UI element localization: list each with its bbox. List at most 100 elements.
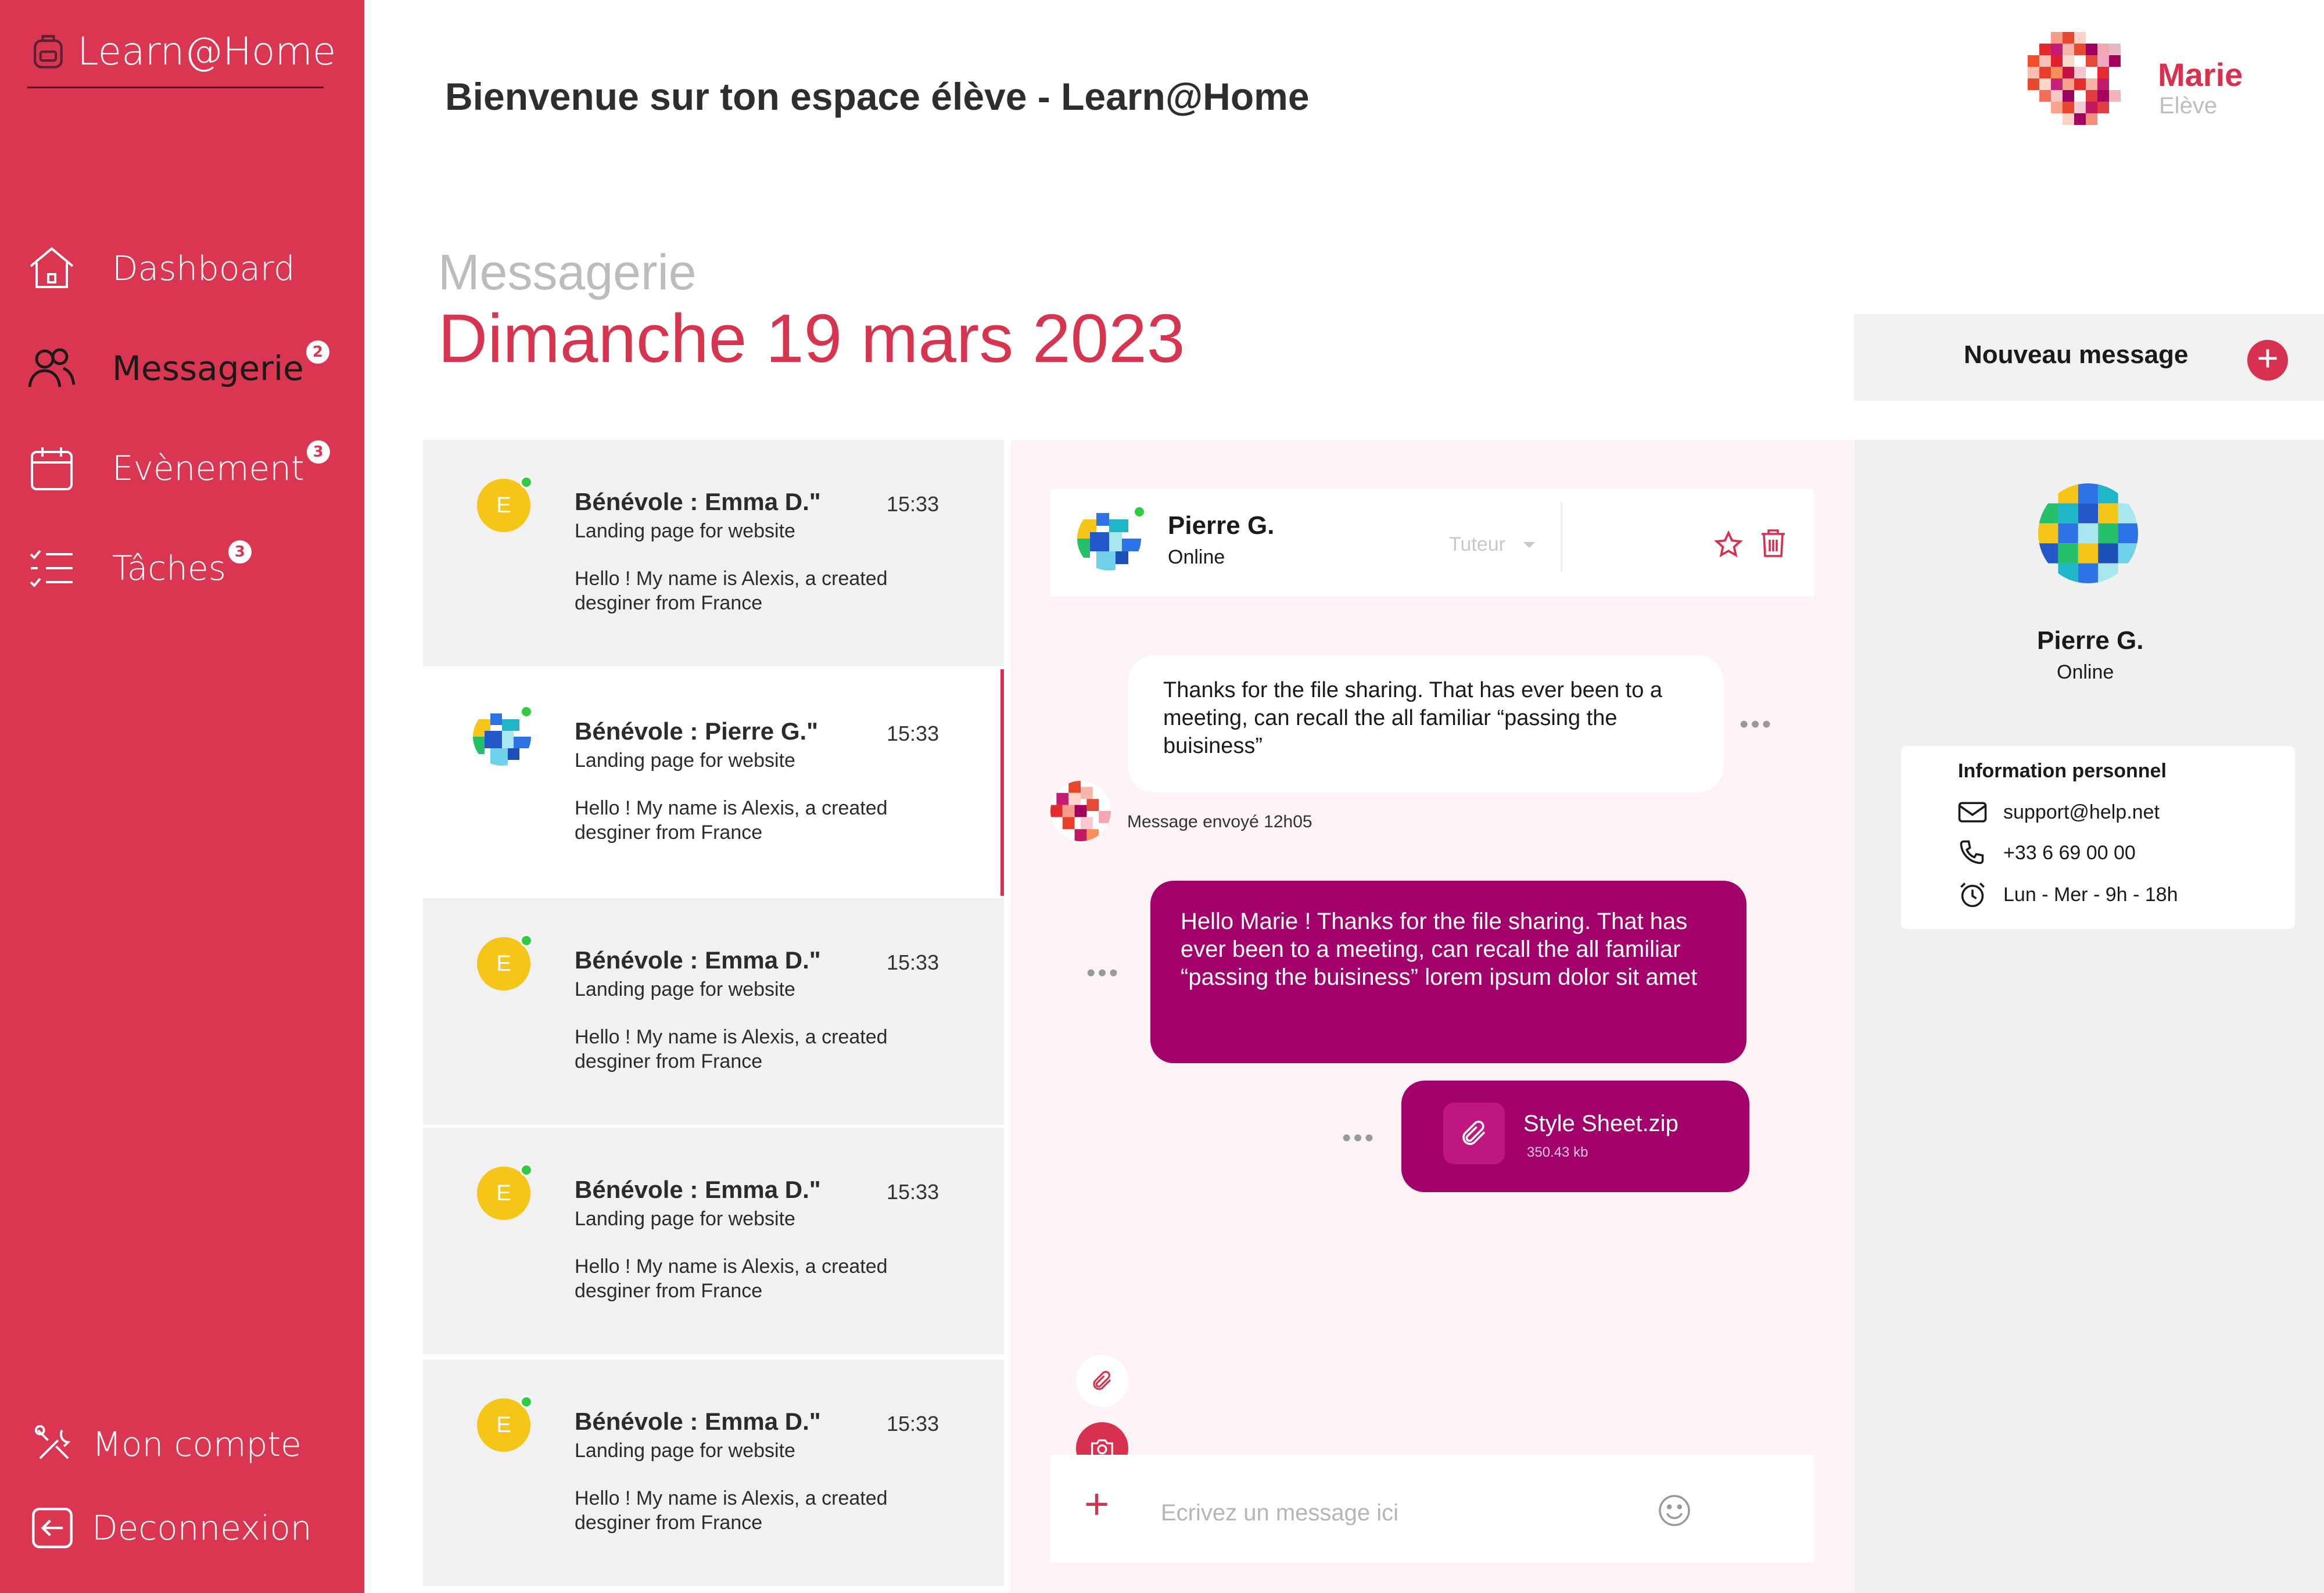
chat-header (1050, 489, 1814, 597)
conversation-item[interactable]: E Bénévole : Emma D." 15:33 Landing page… (423, 440, 1004, 666)
star-icon[interactable] (1714, 530, 1743, 559)
conversation-time: 15:33 (887, 1412, 939, 1436)
outgoing-message: Hello Marie ! Thanks for the file sharin… (1150, 881, 1746, 1063)
conversation-name: Bénévole : Emma D." (575, 1408, 821, 1435)
conversation-item[interactable]: E Bénévole : Emma D." 15:33 Landing page… (423, 1359, 1004, 1586)
attach-button[interactable] (1076, 1355, 1128, 1407)
message-options-icon[interactable]: ••• (1740, 710, 1773, 739)
file-attachment[interactable]: Style Sheet.zip 350.43 kb (1401, 1081, 1749, 1192)
paperclip-icon (1093, 1370, 1111, 1390)
conversation-item[interactable]: E Bénévole : Emma D." 15:33 Landing page… (423, 898, 1004, 1125)
contact-name: Pierre G. (1168, 511, 1275, 540)
users-icon (28, 348, 76, 388)
taches-badge: 3 (228, 540, 252, 564)
conversation-name: Bénévole : Emma D." (575, 488, 821, 515)
chevron-down-icon (1523, 541, 1536, 548)
conversation-time: 15:33 (887, 492, 939, 516)
header-divider (1561, 502, 1562, 572)
nav-deconnexion-label: Deconnexion (92, 1508, 312, 1548)
incoming-message: Thanks for the file sharing. That has ev… (1128, 655, 1723, 792)
page-header-title: Bienvenue sur ton espace élève - Learn@H… (445, 75, 1310, 118)
conversation-item[interactable]: E Bénévole : Emma D." 15:33 Landing page… (423, 1128, 1004, 1354)
file-name: Style Sheet.zip (1523, 1111, 1679, 1136)
profile-status: Online (2057, 661, 2114, 683)
emoji-icon[interactable] (1657, 1493, 1692, 1528)
conversation-time: 15:33 (887, 1180, 939, 1204)
plus-icon[interactable]: + (1084, 1483, 1109, 1526)
nav-taches-label: Tâches (112, 548, 226, 588)
role-select[interactable]: Tuteur (1449, 533, 1537, 556)
online-indicator (520, 1164, 533, 1176)
profile-panel (1854, 440, 2324, 1593)
sent-info: Message envoyé 12h05 (1127, 812, 1312, 831)
info-phone[interactable]: +33 6 69 00 00 (1957, 839, 2136, 867)
info-hours: Lun - Mer - 9h - 18h (1957, 881, 2178, 909)
checklist-icon (30, 550, 73, 587)
online-indicator (520, 934, 533, 947)
home-icon (30, 247, 74, 288)
nav-mon-compte[interactable]: Mon compte (32, 1422, 302, 1466)
contact-avatar[interactable] (1077, 507, 1141, 571)
logout-icon (32, 1508, 73, 1548)
profile-avatar (2038, 483, 2138, 583)
trash-icon[interactable] (1759, 528, 1787, 559)
conversation-time: 15:33 (887, 950, 939, 974)
brand-logo[interactable]: Learn@Home (26, 29, 336, 74)
message-options-icon[interactable]: ••• (1342, 1124, 1376, 1153)
nav-dashboard[interactable]: Dashboard (26, 243, 295, 294)
conversation-preview: Hello ! My name is Alexis, a created des… (575, 1487, 888, 1534)
nav-dashboard-label: Dashboard (112, 249, 295, 288)
online-indicator (520, 1395, 533, 1408)
mail-icon (1958, 802, 1987, 823)
brand-divider (27, 87, 324, 88)
phone-value: +33 6 69 00 00 (2003, 841, 2136, 864)
nav-deconnexion[interactable]: Deconnexion (29, 1505, 312, 1551)
nav-messagerie-label: Messagerie (112, 349, 304, 388)
conversation-preview: Hello ! My name is Alexis, a created des… (575, 1026, 888, 1072)
sender-avatar (1050, 781, 1111, 841)
email-value: support@help.net (2003, 801, 2160, 823)
phone-icon (1960, 840, 1984, 864)
section-label: Messagerie (438, 245, 697, 300)
conversation-preview: Hello ! My name is Alexis, a created des… (575, 797, 888, 844)
messagerie-badge: 2 (306, 340, 329, 364)
conversation-time: 15:33 (887, 722, 939, 745)
user-avatar[interactable] (2028, 32, 2144, 137)
nav-messagerie[interactable]: Messagerie 2 (26, 340, 329, 394)
conversation-name: Bénévole : Pierre G." (575, 717, 819, 745)
conversation-preview: Hello ! My name is Alexis, a created des… (575, 1255, 888, 1302)
conversation-name: Bénévole : Emma D." (575, 1176, 821, 1203)
tools-icon (35, 1425, 71, 1459)
nav-evenement-label: Evènement (112, 449, 304, 488)
conversation-preview: Hello ! My name is Alexis, a created des… (575, 568, 888, 614)
user-role: Elève (2159, 93, 2218, 119)
brand-name: Learn@Home (77, 29, 336, 74)
evenement-badge: 3 (306, 440, 330, 464)
info-title: Information personnel (1958, 760, 2167, 782)
online-indicator (520, 476, 533, 489)
conversation-subject: Landing page for website (575, 978, 795, 1000)
message-options-icon[interactable]: ••• (1086, 959, 1120, 988)
message-input[interactable]: Ecrivez un message ici (1161, 1500, 1398, 1526)
info-email[interactable]: support@help.net (1957, 798, 2160, 826)
profile-name: Pierre G. (2037, 626, 2144, 655)
conversation-item-selected[interactable]: Bénévole : Pierre G." 15:33 Landing page… (423, 669, 1004, 896)
user-name[interactable]: Marie (2158, 56, 2243, 94)
hours-value: Lun - Mer - 9h - 18h (2003, 883, 2178, 906)
nav-mon-compte-label: Mon compte (92, 1425, 302, 1464)
nav-taches[interactable]: Tâches 3 (26, 540, 252, 594)
conversation-subject: Landing page for website (575, 1440, 795, 1462)
backpack-icon (34, 34, 63, 69)
contact-status: Online (1168, 546, 1225, 568)
file-icon-box (1443, 1103, 1505, 1164)
new-message-label: Nouveau message (1964, 340, 2189, 369)
file-size: 350.43 kb (1527, 1144, 1588, 1160)
conversation-subject: Landing page for website (575, 520, 795, 542)
online-indicator (520, 705, 533, 718)
plus-icon[interactable]: + (2247, 339, 2288, 381)
conversation-name: Bénévole : Emma D." (575, 946, 821, 974)
paperclip-icon (1462, 1120, 1486, 1145)
conversation-subject: Landing page for website (575, 1208, 795, 1230)
conversation-subject: Landing page for website (575, 749, 795, 772)
nav-evenement[interactable]: Evènement 3 (26, 440, 330, 494)
